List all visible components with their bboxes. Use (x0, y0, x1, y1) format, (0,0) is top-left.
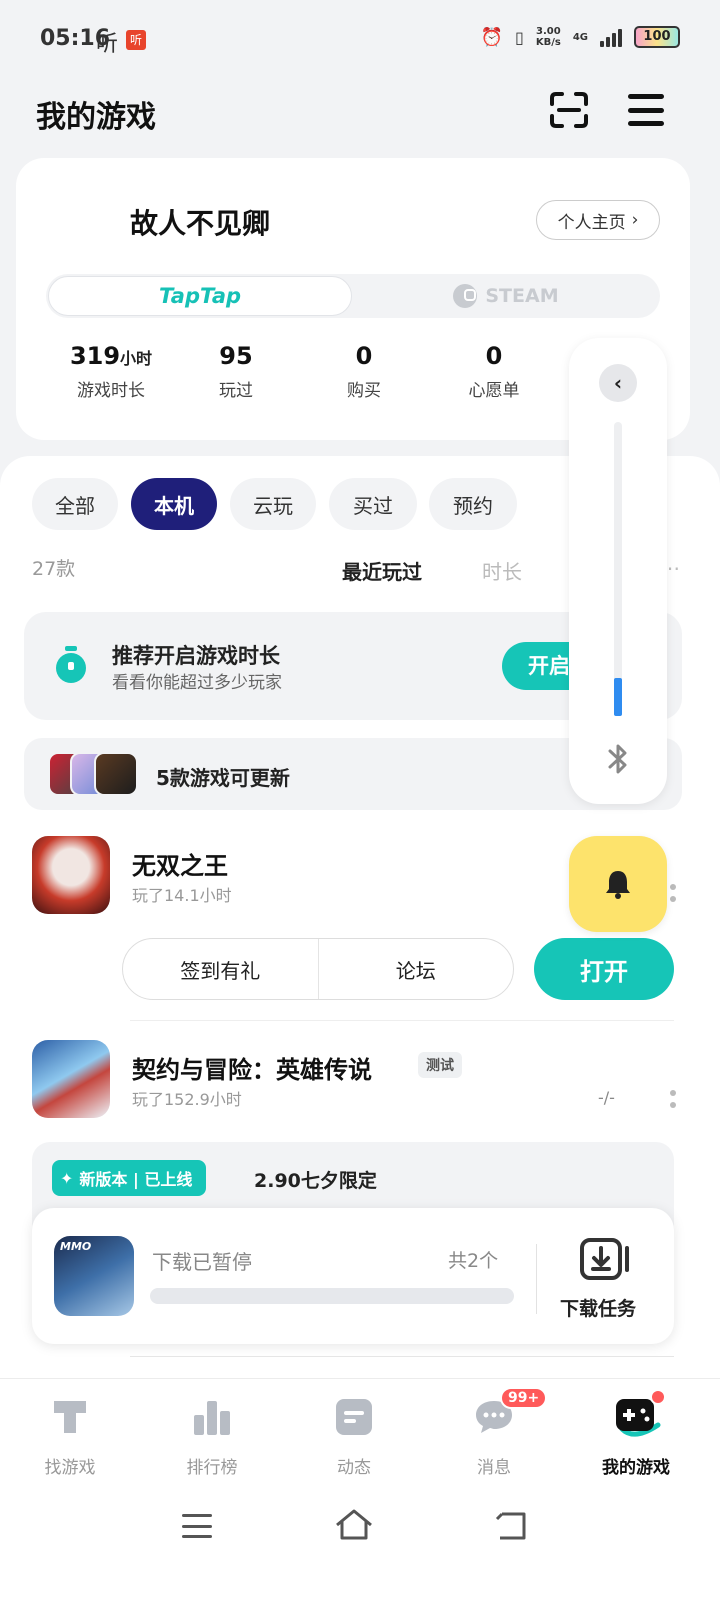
game-thumb-icon (94, 752, 138, 796)
updates-text: 5款游戏可更新 (156, 766, 290, 790)
recent-apps-icon[interactable] (182, 1514, 212, 1538)
download-task-label[interactable]: 下载任务 (560, 1294, 636, 1321)
stat-played[interactable]: 95 玩过 (196, 342, 276, 401)
bluetooth-icon[interactable] (605, 742, 631, 776)
more-options-icon[interactable] (670, 1090, 676, 1108)
divider (130, 1356, 674, 1357)
download-count: 共2个 (448, 1250, 499, 1272)
level-slider[interactable] (614, 422, 622, 716)
download-task-icon[interactable] (580, 1238, 630, 1280)
network-speed: 3.00 KB/s (535, 26, 561, 48)
message-count-badge: 99+ (500, 1387, 548, 1409)
status-listen-label: 听 (96, 32, 119, 57)
level-slider-fill (614, 678, 622, 716)
tab-steam-label: STEAM (485, 285, 559, 307)
vibrate-icon: ▯ (515, 27, 524, 47)
divider (130, 1020, 674, 1021)
stat-purchased[interactable]: 0 购买 (324, 342, 404, 401)
game-icon[interactable] (32, 836, 110, 914)
more-options-icon[interactable] (670, 884, 676, 902)
nav-my-games[interactable]: 我的游戏 (576, 1389, 696, 1478)
steam-icon (453, 284, 478, 308)
stat-playtime[interactable]: 319小时 游戏时长 (56, 342, 166, 401)
chat-icon: 99+ (472, 1387, 548, 1439)
game-count: 27款 (32, 558, 76, 580)
stopwatch-icon (56, 646, 86, 683)
nav-feed[interactable]: 动态 (294, 1395, 414, 1478)
forum-button[interactable]: 论坛 (319, 939, 514, 999)
notification-dot (650, 1389, 666, 1405)
game-actions: 签到有礼 论坛 (122, 938, 514, 1000)
filter-reserved[interactable]: 预约 (429, 478, 517, 530)
system-nav-bar (0, 1492, 720, 1600)
back-icon[interactable] (494, 1510, 530, 1542)
home-icon[interactable] (334, 1508, 374, 1542)
stat-wishlist[interactable]: 0 心愿单 (452, 342, 536, 401)
filter-all[interactable]: 全部 (32, 478, 118, 530)
update-game-icons (48, 752, 140, 796)
homepage-label: 个人主页 (557, 212, 626, 233)
notification-bell-button[interactable] (569, 836, 667, 932)
filter-cloud[interactable]: 云玩 (230, 478, 316, 530)
game-status: -/- (598, 1088, 615, 1107)
download-panel[interactable]: MMO 下载已暂停 共2个 下载任务 (32, 1208, 674, 1344)
game-playtime: 玩了152.9小时 (132, 1090, 242, 1109)
nav-messages[interactable]: 99+ 消息 (434, 1387, 554, 1478)
homepage-button[interactable]: 个人主页 › (536, 200, 660, 240)
version-text: 2.90七夕限定 (254, 1170, 377, 1192)
platform-toggle: TapTap STEAM (46, 274, 660, 318)
page-title: 我的游戏 (36, 100, 156, 135)
checkin-reward-button[interactable]: 签到有礼 (123, 939, 319, 999)
beta-tag: 测试 (418, 1052, 462, 1078)
feed-icon (332, 1395, 376, 1439)
username: 故人不见卿 (130, 207, 271, 240)
tab-taptap[interactable]: TapTap (48, 276, 352, 316)
chevron-left-icon[interactable]: ‹ (599, 364, 637, 402)
filter-bought[interactable]: 买过 (329, 478, 417, 530)
open-game-button[interactable]: 打开 (534, 938, 674, 1000)
bottom-nav: 找游戏 排行榜 动态 99+ 消息 我的游戏 (0, 1378, 720, 1492)
filter-local[interactable]: 本机 (131, 478, 217, 530)
side-control-panel: ‹ (569, 338, 667, 804)
ranking-icon (190, 1395, 234, 1439)
find-games-icon (48, 1395, 92, 1439)
game-name[interactable]: 无双之王 (132, 846, 228, 881)
divider (536, 1244, 537, 1314)
download-status: 下载已暂停 (152, 1250, 252, 1274)
listen-app-icon: 听 (126, 30, 146, 50)
bell-icon (606, 871, 630, 899)
recommend-subtitle: 看看你能超过多少玩家 (112, 673, 282, 693)
game-playtime: 玩了14.1小时 (132, 886, 232, 905)
menu-icon[interactable] (628, 94, 664, 126)
tab-steam[interactable]: STEAM (356, 276, 656, 316)
game-icon[interactable] (32, 1040, 110, 1118)
chevron-right-icon: › (631, 210, 639, 230)
nav-ranking[interactable]: 排行榜 (152, 1395, 272, 1478)
gamepad-icon (614, 1389, 666, 1439)
sort-recent[interactable]: 最近玩过 (342, 556, 422, 585)
game-name[interactable]: 契约与冒险：英雄传说 (132, 1050, 372, 1085)
download-progress-bar (150, 1288, 514, 1304)
alarm-icon: ⏰ (480, 26, 504, 48)
signal-icon (600, 27, 622, 47)
version-badge: ✦ 新版本 | 已上线 (52, 1160, 207, 1196)
download-game-icon: MMO (54, 1236, 134, 1316)
recommend-title: 推荐开启游戏时长 (112, 644, 280, 668)
scan-icon[interactable] (550, 92, 588, 128)
sparkle-icon: ✦ (60, 1168, 74, 1188)
sort-duration[interactable]: 时长 (482, 556, 522, 585)
nav-find-games[interactable]: 找游戏 (10, 1395, 130, 1478)
battery-indicator: 100 (634, 26, 680, 48)
status-bar: 05:16 听 听 ⏰ ▯ 3.00 KB/s 4G 100 (0, 0, 720, 78)
network-type: 4G (572, 31, 588, 43)
